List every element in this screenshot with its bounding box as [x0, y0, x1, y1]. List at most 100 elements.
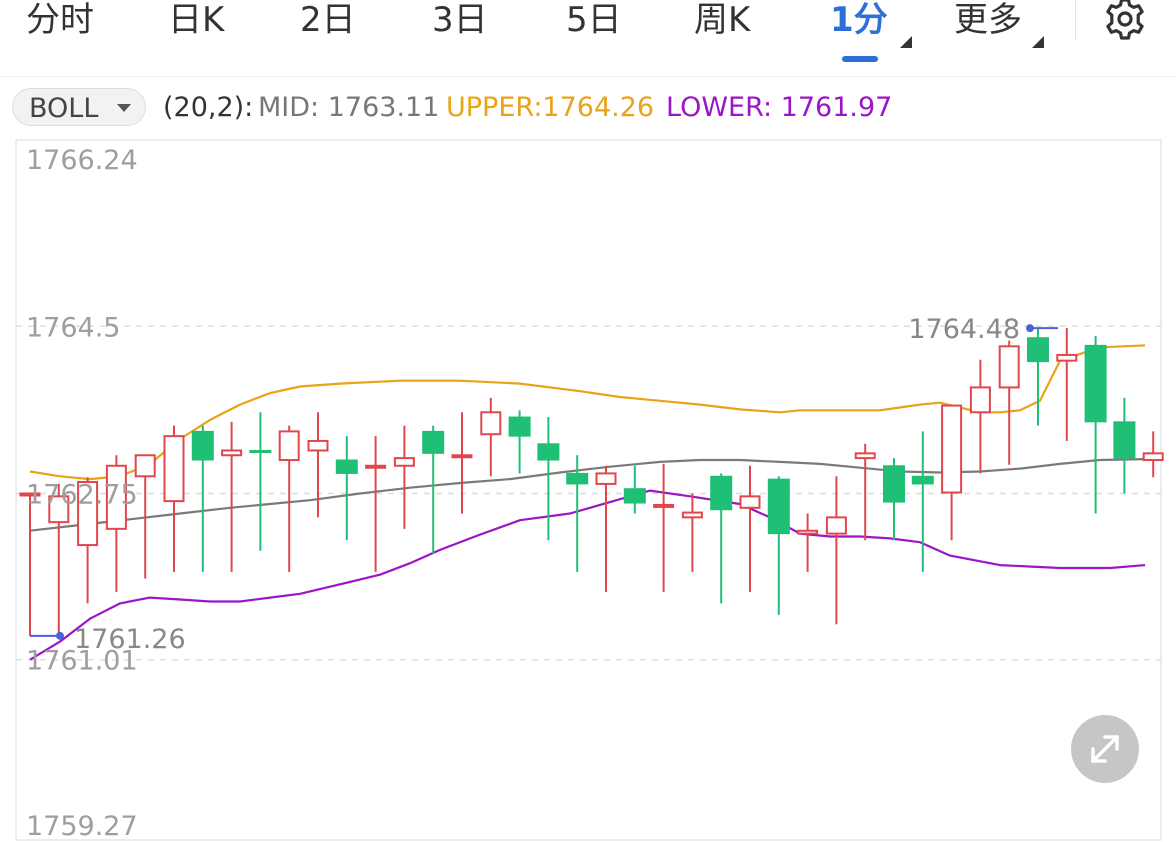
- tab-divider: [1075, 0, 1076, 40]
- candle[interactable]: [249, 412, 272, 551]
- candle-body: [739, 495, 761, 509]
- candle[interactable]: [307, 412, 329, 518]
- candle[interactable]: [681, 493, 703, 572]
- tab-more-caret-icon: [1032, 36, 1044, 48]
- candle-body: [883, 465, 905, 503]
- candle[interactable]: [451, 412, 473, 514]
- candle[interactable]: [163, 425, 185, 572]
- candle-body: [854, 452, 876, 460]
- tab-fenshi[interactable]: 分时: [26, 0, 94, 44]
- candle[interactable]: [739, 465, 761, 592]
- candle[interactable]: [508, 410, 531, 474]
- candle[interactable]: [941, 404, 963, 541]
- candle-body: [191, 430, 214, 461]
- indicator-select[interactable]: BOLL: [12, 88, 146, 126]
- candle-body: [767, 478, 790, 535]
- candle-body: [623, 488, 646, 504]
- candle-body: [595, 472, 617, 485]
- boll-upper-value: UPPER:1764.26: [446, 92, 655, 123]
- candle-body: [1056, 353, 1078, 362]
- candle[interactable]: [1142, 431, 1164, 478]
- candle-body: [566, 472, 589, 485]
- candle[interactable]: [480, 397, 502, 477]
- candle-body: [163, 435, 185, 503]
- boll-mid-value: MID: 1763.11: [258, 92, 440, 123]
- candle-body: [537, 443, 560, 461]
- active-tab-indicator: [842, 56, 878, 62]
- candle[interactable]: [1056, 328, 1078, 441]
- expand-arrows-icon: [1091, 735, 1119, 763]
- tab-week-k[interactable]: 周K: [694, 0, 750, 44]
- candle[interactable]: [1084, 335, 1107, 514]
- boll-lower-line: [29, 489, 1146, 661]
- tab-day-k[interactable]: 日K: [168, 0, 224, 44]
- candle[interactable]: [1113, 397, 1136, 494]
- candle-body: [221, 449, 243, 457]
- candle[interactable]: [911, 431, 934, 572]
- y-tick-label: 1766.24: [26, 145, 138, 176]
- expand-chart-button[interactable]: [1071, 715, 1139, 783]
- candle-body: [998, 345, 1020, 389]
- candle[interactable]: [335, 436, 358, 541]
- candle[interactable]: [191, 425, 214, 572]
- candle[interactable]: [825, 476, 847, 625]
- max-price-label: 1764.48: [908, 314, 1020, 345]
- candle[interactable]: [797, 513, 819, 572]
- candle-body: [335, 459, 358, 474]
- candle[interactable]: [854, 443, 876, 541]
- candle-body: [1113, 421, 1136, 459]
- tab-more[interactable]: 更多: [954, 0, 1022, 44]
- candle-body: [480, 411, 502, 436]
- candle-body: [249, 449, 272, 453]
- boll-lower-value: LOWER: 1761.97: [666, 92, 893, 123]
- indicator-row: BOLL (20,2): MID: 1763.11 UPPER:1764.26 …: [0, 86, 1176, 132]
- candle-body: [1027, 337, 1049, 363]
- candle-body: [710, 475, 733, 511]
- candle[interactable]: [19, 492, 41, 636]
- candle-body: [1084, 344, 1107, 423]
- candle[interactable]: [969, 359, 991, 474]
- dropdown-caret-icon: [117, 104, 131, 112]
- max-marker-dot: [1026, 324, 1034, 333]
- candle-body: [681, 511, 703, 519]
- period-tab-bar: 分时 日K 2日 3日 5日 周K 1分 更多: [0, 0, 1176, 77]
- indicator-params: (20,2):: [163, 92, 254, 123]
- candle-body: [508, 416, 531, 437]
- candle[interactable]: [537, 417, 560, 541]
- candle-body: [1142, 452, 1164, 462]
- candle[interactable]: [393, 425, 415, 529]
- candle[interactable]: [422, 425, 445, 554]
- candle[interactable]: [710, 473, 733, 604]
- candle[interactable]: [365, 436, 387, 572]
- chart-frame: [15, 139, 1162, 841]
- candle[interactable]: [767, 476, 790, 615]
- tab-5-day[interactable]: 5日: [566, 0, 622, 44]
- tab-1-minute[interactable]: 1分: [830, 0, 888, 44]
- candle-body: [911, 475, 934, 485]
- min-marker-dot: [56, 631, 64, 640]
- candle-body: [797, 529, 819, 535]
- candle-body: [969, 386, 991, 414]
- candle-body: [307, 439, 329, 452]
- candle[interactable]: [278, 425, 300, 572]
- y-tick-label: 1759.27: [26, 811, 138, 842]
- candle-body: [278, 430, 300, 462]
- settings-button[interactable]: [1100, 0, 1150, 42]
- gear-icon: [1106, 0, 1144, 40]
- candle-body: [393, 457, 415, 467]
- candle[interactable]: [595, 465, 617, 592]
- candle[interactable]: [105, 455, 127, 592]
- tab-1-minute-caret-icon: [900, 36, 912, 48]
- candle-body: [365, 464, 387, 469]
- candle[interactable]: [221, 421, 243, 572]
- candle[interactable]: [998, 340, 1020, 465]
- candlestick-chart[interactable]: 1764.481761.26 1766.241764.51762.751761.…: [0, 138, 1176, 843]
- candle[interactable]: [1027, 328, 1049, 426]
- candle[interactable]: [623, 465, 646, 514]
- candle-body: [422, 430, 445, 454]
- tab-3-day[interactable]: 3日: [432, 0, 488, 44]
- candle-body: [451, 454, 473, 459]
- candle[interactable]: [653, 463, 675, 592]
- candle[interactable]: [883, 458, 905, 541]
- tab-2-day[interactable]: 2日: [300, 0, 356, 44]
